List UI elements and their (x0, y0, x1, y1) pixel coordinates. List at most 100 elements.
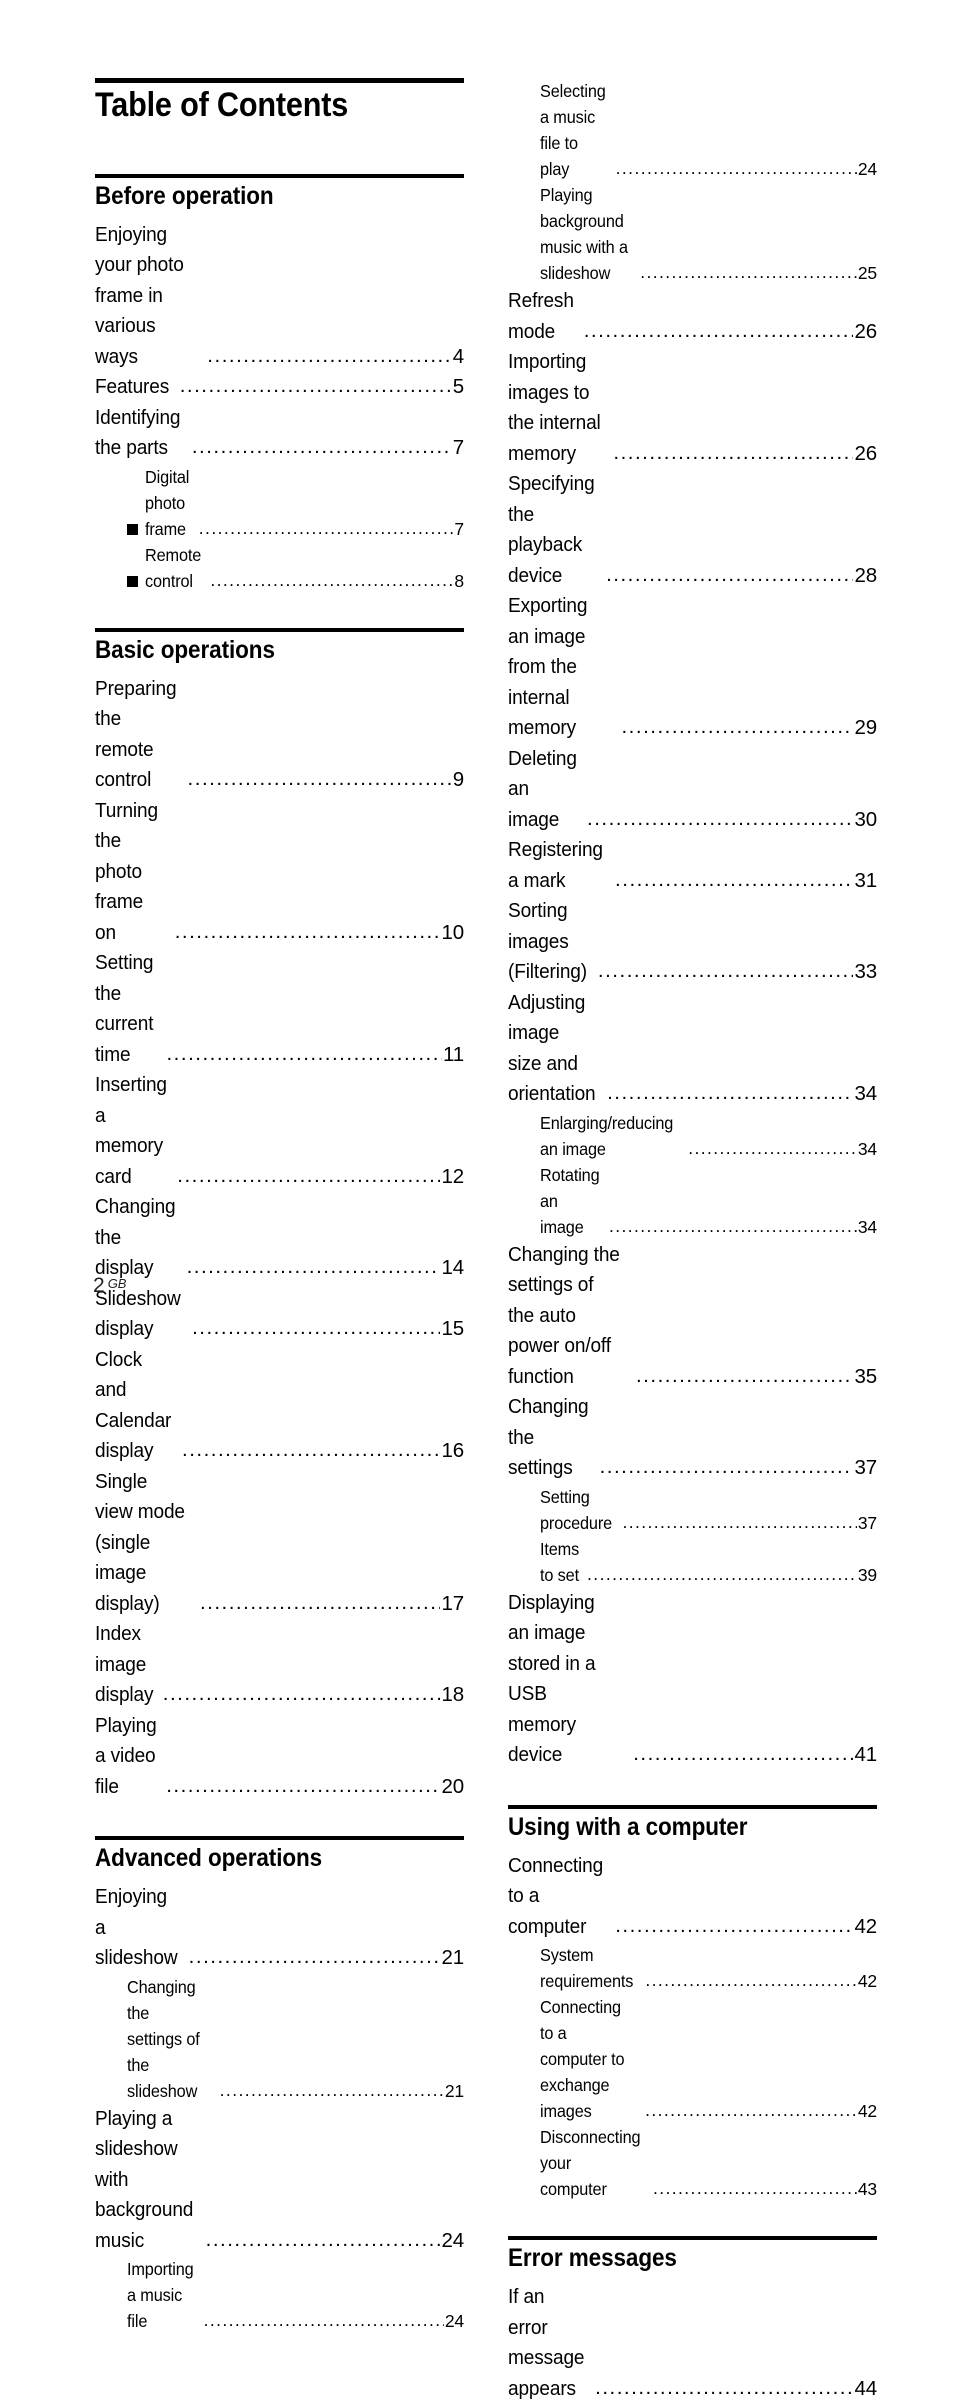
toc-entry[interactable]: Digital photo frame.....................… (95, 464, 464, 542)
toc-entry[interactable]: Setting the current time................… (95, 948, 464, 1070)
toc-entry-label: If an error message appears (508, 2282, 590, 2404)
toc-leader-dots: ........................................… (199, 520, 454, 538)
toc-entry-label: Changing the settings of the auto power … (508, 1240, 631, 1393)
toc-entry-row: If an error message appears.............… (508, 2282, 877, 2404)
toc-leader-dots: ........................................… (653, 2180, 857, 2198)
toc-entry-page-number: 42 (858, 2098, 877, 2124)
toc-leader-dots: ........................................… (210, 572, 453, 590)
toc-entry[interactable]: Remote control..........................… (95, 542, 464, 594)
section-rule (508, 2236, 877, 2240)
toc-entry[interactable]: Setting procedure.......................… (508, 1484, 877, 1536)
toc-entry[interactable]: Identifying the parts...................… (95, 403, 464, 464)
toc-entry-row: Digital photo frame.....................… (127, 464, 464, 542)
toc-entry[interactable]: Registering a mark......................… (508, 835, 877, 896)
toc-entry-row: Identifying the parts...................… (95, 403, 464, 464)
toc-entry[interactable]: Sorting images (Filtering)..............… (508, 896, 877, 988)
toc-entry-label: Registering a mark (508, 835, 610, 896)
toc-leader-dots: ........................................… (584, 321, 854, 342)
toc-entry-label: Index image display (95, 1619, 158, 1711)
title-rule (95, 78, 464, 83)
toc-entry[interactable]: Refresh mode............................… (508, 286, 877, 347)
toc-entry[interactable]: Slideshow display.......................… (95, 1284, 464, 1345)
toc-entry-page-number: 8 (454, 568, 464, 594)
toc-entry[interactable]: Exporting an image from the internal mem… (508, 591, 877, 744)
toc-entry-row: Items to set............................… (540, 1536, 877, 1588)
toc-leader-dots: ........................................… (633, 1744, 853, 1765)
toc-entry[interactable]: Playing background music with a slidesho… (508, 182, 877, 286)
toc-entry[interactable]: Items to set............................… (508, 1536, 877, 1588)
toc-entry[interactable]: Specifying the playback device..........… (508, 469, 877, 591)
toc-entry-row: Index image display.....................… (95, 1619, 464, 1711)
toc-leader-dots: ........................................… (616, 160, 857, 178)
toc-entry[interactable]: Preparing the remote control............… (95, 674, 464, 796)
toc-entry[interactable]: Disconnecting your computer.............… (508, 2124, 877, 2202)
toc-entry-row: Exporting an image from the internal mem… (508, 591, 877, 744)
toc-entry[interactable]: Connecting to a computer................… (508, 1851, 877, 1943)
toc-entry[interactable]: Turning the photo frame on..............… (95, 796, 464, 949)
toc-entry[interactable]: Playing a video file....................… (95, 1711, 464, 1803)
toc-entry-page-number: 18 (441, 1680, 464, 1711)
toc-entry-label: Playing a slideshow with background musi… (95, 2104, 201, 2257)
toc-leader-dots: ........................................… (166, 1044, 442, 1065)
toc-entry-row: Specifying the playback device..........… (508, 469, 877, 591)
toc-entry[interactable]: Selecting a music file to play..........… (508, 78, 877, 182)
toc-entry-row: Setting the current time................… (95, 948, 464, 1070)
toc-entry[interactable]: Changing the settings of the slideshow..… (95, 1974, 464, 2104)
section-heading: Error messages (508, 2244, 840, 2272)
toc-section: Selecting a music file to play..........… (508, 78, 877, 1771)
toc-entry[interactable]: Displaying an image stored in a USB memo… (508, 1588, 877, 1771)
toc-entry-page-number: 26 (854, 439, 877, 470)
toc-entry-label: Setting procedure (540, 1484, 617, 1536)
toc-entry-label: Enlarging/reducing an image (540, 1110, 683, 1162)
toc-entry[interactable]: Single view mode (single image display).… (95, 1467, 464, 1620)
toc-entry[interactable]: Inserting a memory card.................… (95, 1070, 464, 1192)
toc-entry-row: Importing a music file..................… (127, 2256, 464, 2334)
toc-entry-page-number: 42 (858, 1968, 877, 1994)
toc-entry-row: Clock and Calendar display..............… (95, 1345, 464, 1467)
toc-entry[interactable]: Clock and Calendar display..............… (95, 1345, 464, 1467)
toc-entry-label: Digital photo frame (145, 464, 194, 542)
toc-entry[interactable]: Changing the settings...................… (508, 1392, 877, 1484)
toc-leader-dots: ........................................… (621, 717, 853, 738)
toc-entry[interactable]: Enjoying a slideshow....................… (95, 1882, 464, 1974)
toc-entry-label: Playing background music with a slidesho… (540, 182, 635, 286)
toc-entry[interactable]: Deleting an image.......................… (508, 744, 877, 836)
toc-entry-page-number: 10 (441, 918, 464, 949)
toc-entry-label: Connecting to a computer (508, 1851, 610, 1943)
toc-entry[interactable]: Rotating an image.......................… (508, 1162, 877, 1240)
toc-entry-page-number: 11 (443, 1040, 464, 1071)
toc-entry[interactable]: Changing the display....................… (95, 1192, 464, 1284)
toc-page: Table of Contents Before operationEnjoyi… (0, 0, 954, 1352)
toc-entry[interactable]: System requirements.....................… (508, 1942, 877, 1994)
toc-entry[interactable]: Adjusting image size and orientation....… (508, 988, 877, 1110)
toc-entry-page-number: 24 (441, 2226, 464, 2257)
toc-entry-row: Inserting a memory card.................… (95, 1070, 464, 1192)
toc-entry-label: Single view mode (single image display) (95, 1467, 195, 1620)
toc-entry[interactable]: Importing images to the internal memory.… (508, 347, 877, 469)
toc-entry-page-number: 44 (854, 2374, 877, 2404)
toc-entry[interactable]: Features................................… (95, 372, 464, 403)
page-title: Table of Contents (95, 87, 427, 124)
toc-entry[interactable]: Enjoying your photo frame in various way… (95, 220, 464, 373)
toc-entry[interactable]: Importing a music file..................… (95, 2256, 464, 2334)
toc-entry-page-number: 17 (441, 1589, 464, 1620)
toc-entry-row: Selecting a music file to play..........… (540, 78, 877, 182)
toc-entry[interactable]: Enlarging/reducing an image.............… (508, 1110, 877, 1162)
toc-entry[interactable]: Playing a slideshow with background musi… (95, 2104, 464, 2257)
toc-leader-dots: ........................................… (636, 1366, 854, 1387)
toc-entry[interactable]: Index image display.....................… (95, 1619, 464, 1711)
toc-entry[interactable]: Changing the settings of the auto power … (508, 1240, 877, 1393)
toc-leader-dots: ........................................… (587, 1566, 857, 1584)
toc-leader-dots: ........................................… (640, 264, 857, 282)
toc-entry-label: Preparing the remote control (95, 674, 183, 796)
toc-entry[interactable]: Connecting to a computer to exchange ima… (508, 1994, 877, 2124)
toc-entry-label: Displaying an image stored in a USB memo… (508, 1588, 628, 1771)
toc-entry-label: Features (95, 372, 175, 403)
toc-leader-dots: ........................................… (598, 961, 854, 982)
toc-leader-dots: ........................................… (177, 1166, 440, 1187)
toc-leader-dots: ........................................… (220, 2082, 444, 2100)
toc-leader-dots: ........................................… (192, 437, 452, 458)
toc-entry[interactable]: If an error message appears.............… (508, 2282, 877, 2404)
toc-leader-dots: ........................................… (182, 1440, 440, 1461)
toc-entry-page-number: 15 (441, 1314, 464, 1345)
